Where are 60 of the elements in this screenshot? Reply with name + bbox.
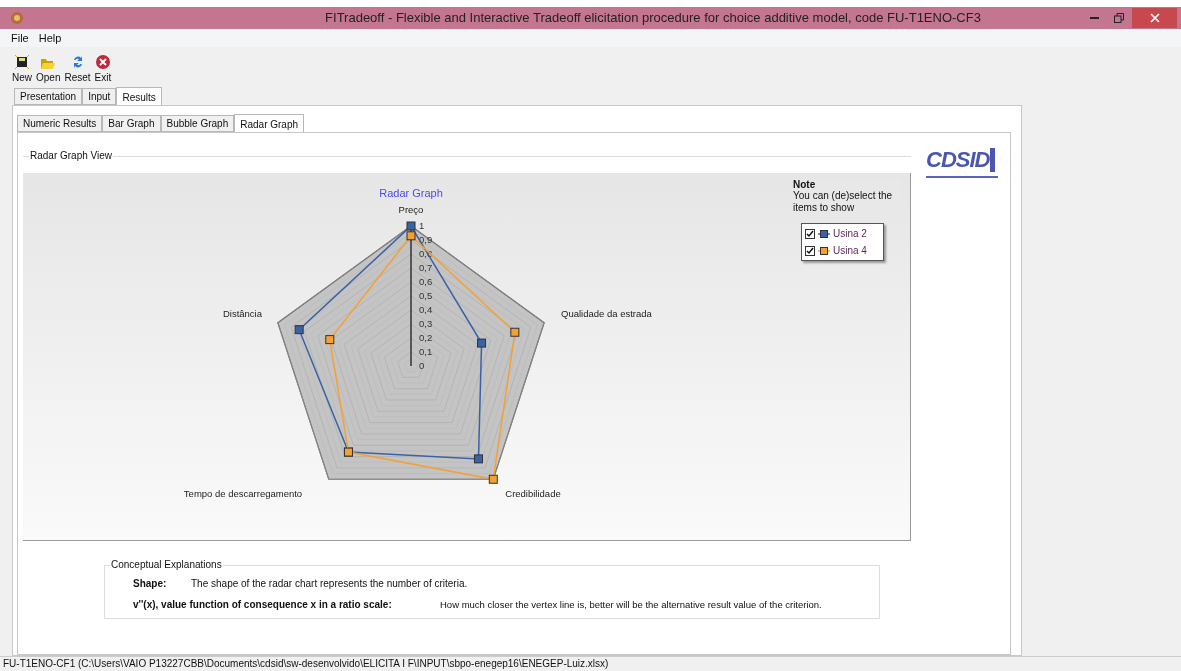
tick-label: 0,5 [419, 290, 433, 301]
tick-label: 1 [419, 220, 425, 231]
toolbar-button[interactable]: New [12, 54, 32, 84]
data-point [474, 454, 483, 464]
chart-title: Radar Graph [379, 187, 443, 199]
axis-label: Distância [222, 308, 262, 319]
tab[interactable]: Input [82, 88, 117, 105]
toolbar-button[interactable]: Exit [94, 54, 112, 84]
note-title: Note [793, 179, 817, 190]
legend-label: Usina 2 [833, 227, 867, 241]
toolbar-button[interactable]: Reset [64, 54, 91, 84]
data-point [406, 221, 416, 231]
data-point [510, 327, 520, 337]
tick-label: 0,6 [419, 276, 433, 287]
window-title: FITradeoff - Flexible and Interactive Tradeoff elicitation procedure for choice additive model, code FU-T1ENO-CF3 [324, 9, 982, 28]
tick-label: 0 [419, 360, 425, 371]
legend-label: Usina 4 [833, 244, 867, 258]
tick-label: 0,1 [419, 346, 433, 357]
tab[interactable]: Presentation [14, 88, 83, 105]
tab[interactable]: Bubble Graph [160, 115, 235, 132]
tick-label: 0,7 [419, 262, 433, 273]
axis-label: Credibilidade [505, 488, 561, 499]
axis-label: Preço [398, 204, 424, 215]
menu-item[interactable]: Help [38, 29, 62, 47]
app-icon [10, 11, 24, 25]
tab[interactable]: Numeric Results [17, 115, 103, 132]
data-point [488, 474, 498, 484]
tick-label: 0,9 [419, 234, 433, 245]
tab[interactable]: Bar Graph [102, 115, 161, 132]
checkbox[interactable] [805, 228, 815, 239]
note-text: You can (de)select the items to show [793, 190, 894, 214]
data-point [406, 231, 416, 241]
checkbox[interactable] [805, 245, 815, 256]
tick-label: 0,2 [419, 332, 433, 343]
close-circle-icon [94, 54, 111, 70]
close-icon [1149, 13, 1160, 23]
menu-item[interactable]: File [11, 29, 29, 47]
restore-icon [1114, 13, 1124, 23]
toolbar-button[interactable]: Open [36, 56, 61, 84]
data-point [325, 335, 335, 345]
data-point [294, 325, 304, 335]
close-button[interactable] [1132, 8, 1177, 28]
status-bar: FU-T1ENO-CF1 (C:\Users\VAIO P13227CBB\Documents\cdsid\sw-desenvolvido\ELICITA I F\INPUT\sbpo-enegep16\ENEGEP-Luiz.xlsx) [0, 656, 1181, 671]
term: v''(x), value function of consequence x in a ratio scale: [133, 598, 393, 612]
tick-label: 0,3 [419, 318, 433, 329]
axis-label: Tempo de descarregamento [183, 488, 303, 499]
logo: CDSID [926, 148, 1001, 186]
axis-label: Qualidade da estrada [561, 308, 652, 319]
group-title: Conceptual Explanations [110, 559, 223, 571]
refresh-icon [71, 54, 84, 70]
term: Shape: [133, 577, 168, 591]
folder-icon [40, 56, 57, 70]
legend-marker-icon [818, 229, 830, 238]
explanation-text: The shape of the radar chart represents the number of criteria. [191, 577, 468, 591]
tick-label: 0,4 [419, 304, 433, 315]
floppy-disk-icon [14, 54, 30, 70]
explanation-text: How much closer the vertex line is, better will be the alternative result value of the criterion. [440, 598, 822, 612]
legend-marker-icon [818, 246, 830, 255]
group-title: Radar Graph View [29, 150, 114, 162]
data-point [477, 338, 487, 348]
